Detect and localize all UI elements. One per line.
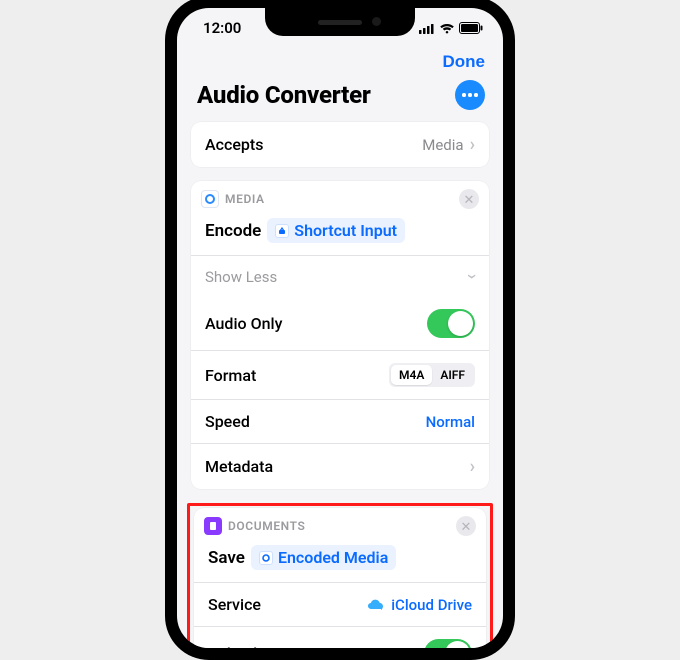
nav-bar: Done [177,48,503,74]
save-row: Save Encoded Media [194,538,486,582]
ask-where-row: Ask Where to Save [194,626,486,648]
media-action-card: MEDIA ✕ Encode Shortcut Input Show Less … [191,181,489,489]
encode-row: Encode Shortcut Input [191,211,489,255]
service-value: iCloud Drive [391,596,472,614]
encode-input-token[interactable]: Shortcut Input [267,218,405,243]
accepts-row[interactable]: Accepts Media › [191,122,489,167]
more-button[interactable] [455,80,485,110]
speed-row[interactable]: Speed Normal [191,399,489,443]
save-input-label: Encoded Media [278,548,388,567]
status-time: 12:00 [203,19,241,37]
documents-app-icon [204,517,222,535]
magic-variable-icon [275,224,289,238]
chevron-right-icon: › [470,456,475,477]
format-row: Format M4A AIFF [191,350,489,399]
service-row[interactable]: Service iCloud Drive [194,582,486,626]
save-input-token[interactable]: Encoded Media [251,545,396,570]
remove-media-action-button[interactable]: ✕ [459,189,479,209]
format-option-m4a[interactable]: M4A [391,365,432,385]
format-segmented-control[interactable]: M4A AIFF [389,363,475,387]
media-app-icon [201,190,219,208]
documents-action-card: DOCUMENTS ✕ Save Encoded Media Service [194,508,486,648]
wifi-icon [439,22,455,34]
format-label: Format [205,366,256,385]
metadata-row[interactable]: Metadata › [191,443,489,489]
screen: 12:00 Done Audio Converter [177,8,503,648]
media-badge: MEDIA [225,192,265,206]
signal-icon [419,23,435,34]
encode-label: Encode [205,221,261,241]
accepts-label: Accepts [205,135,263,154]
show-less-button[interactable]: Show Less › [191,255,489,297]
accepts-value: Media [422,136,463,154]
notch [265,8,415,36]
save-label: Save [208,548,245,568]
audio-only-label: Audio Only [205,314,282,333]
remove-documents-action-button[interactable]: ✕ [456,516,476,536]
chevron-down-icon: › [462,274,483,279]
phone-frame: 12:00 Done Audio Converter [165,0,515,660]
speed-value: Normal [426,413,475,431]
metadata-label: Metadata [205,457,273,476]
audio-only-row: Audio Only [191,297,489,350]
documents-badge: DOCUMENTS [228,519,305,533]
highlight-box: DOCUMENTS ✕ Save Encoded Media Service [187,503,493,648]
encode-input-label: Shortcut Input [294,221,397,240]
chevron-right-icon: › [470,134,475,155]
magic-variable-icon [259,551,273,565]
page-title: Audio Converter [197,81,371,109]
cloud-icon [367,596,385,614]
format-option-aiff[interactable]: AIFF [432,365,473,385]
service-label: Service [208,595,261,614]
ask-where-toggle[interactable] [424,639,472,648]
speed-label: Speed [205,412,250,431]
battery-icon [459,22,483,34]
ellipsis-icon [462,93,478,97]
audio-only-toggle[interactable] [427,309,475,338]
accepts-card: Accepts Media › [191,122,489,167]
ask-where-label: Ask Where to Save [208,644,342,648]
done-button[interactable]: Done [443,52,486,72]
